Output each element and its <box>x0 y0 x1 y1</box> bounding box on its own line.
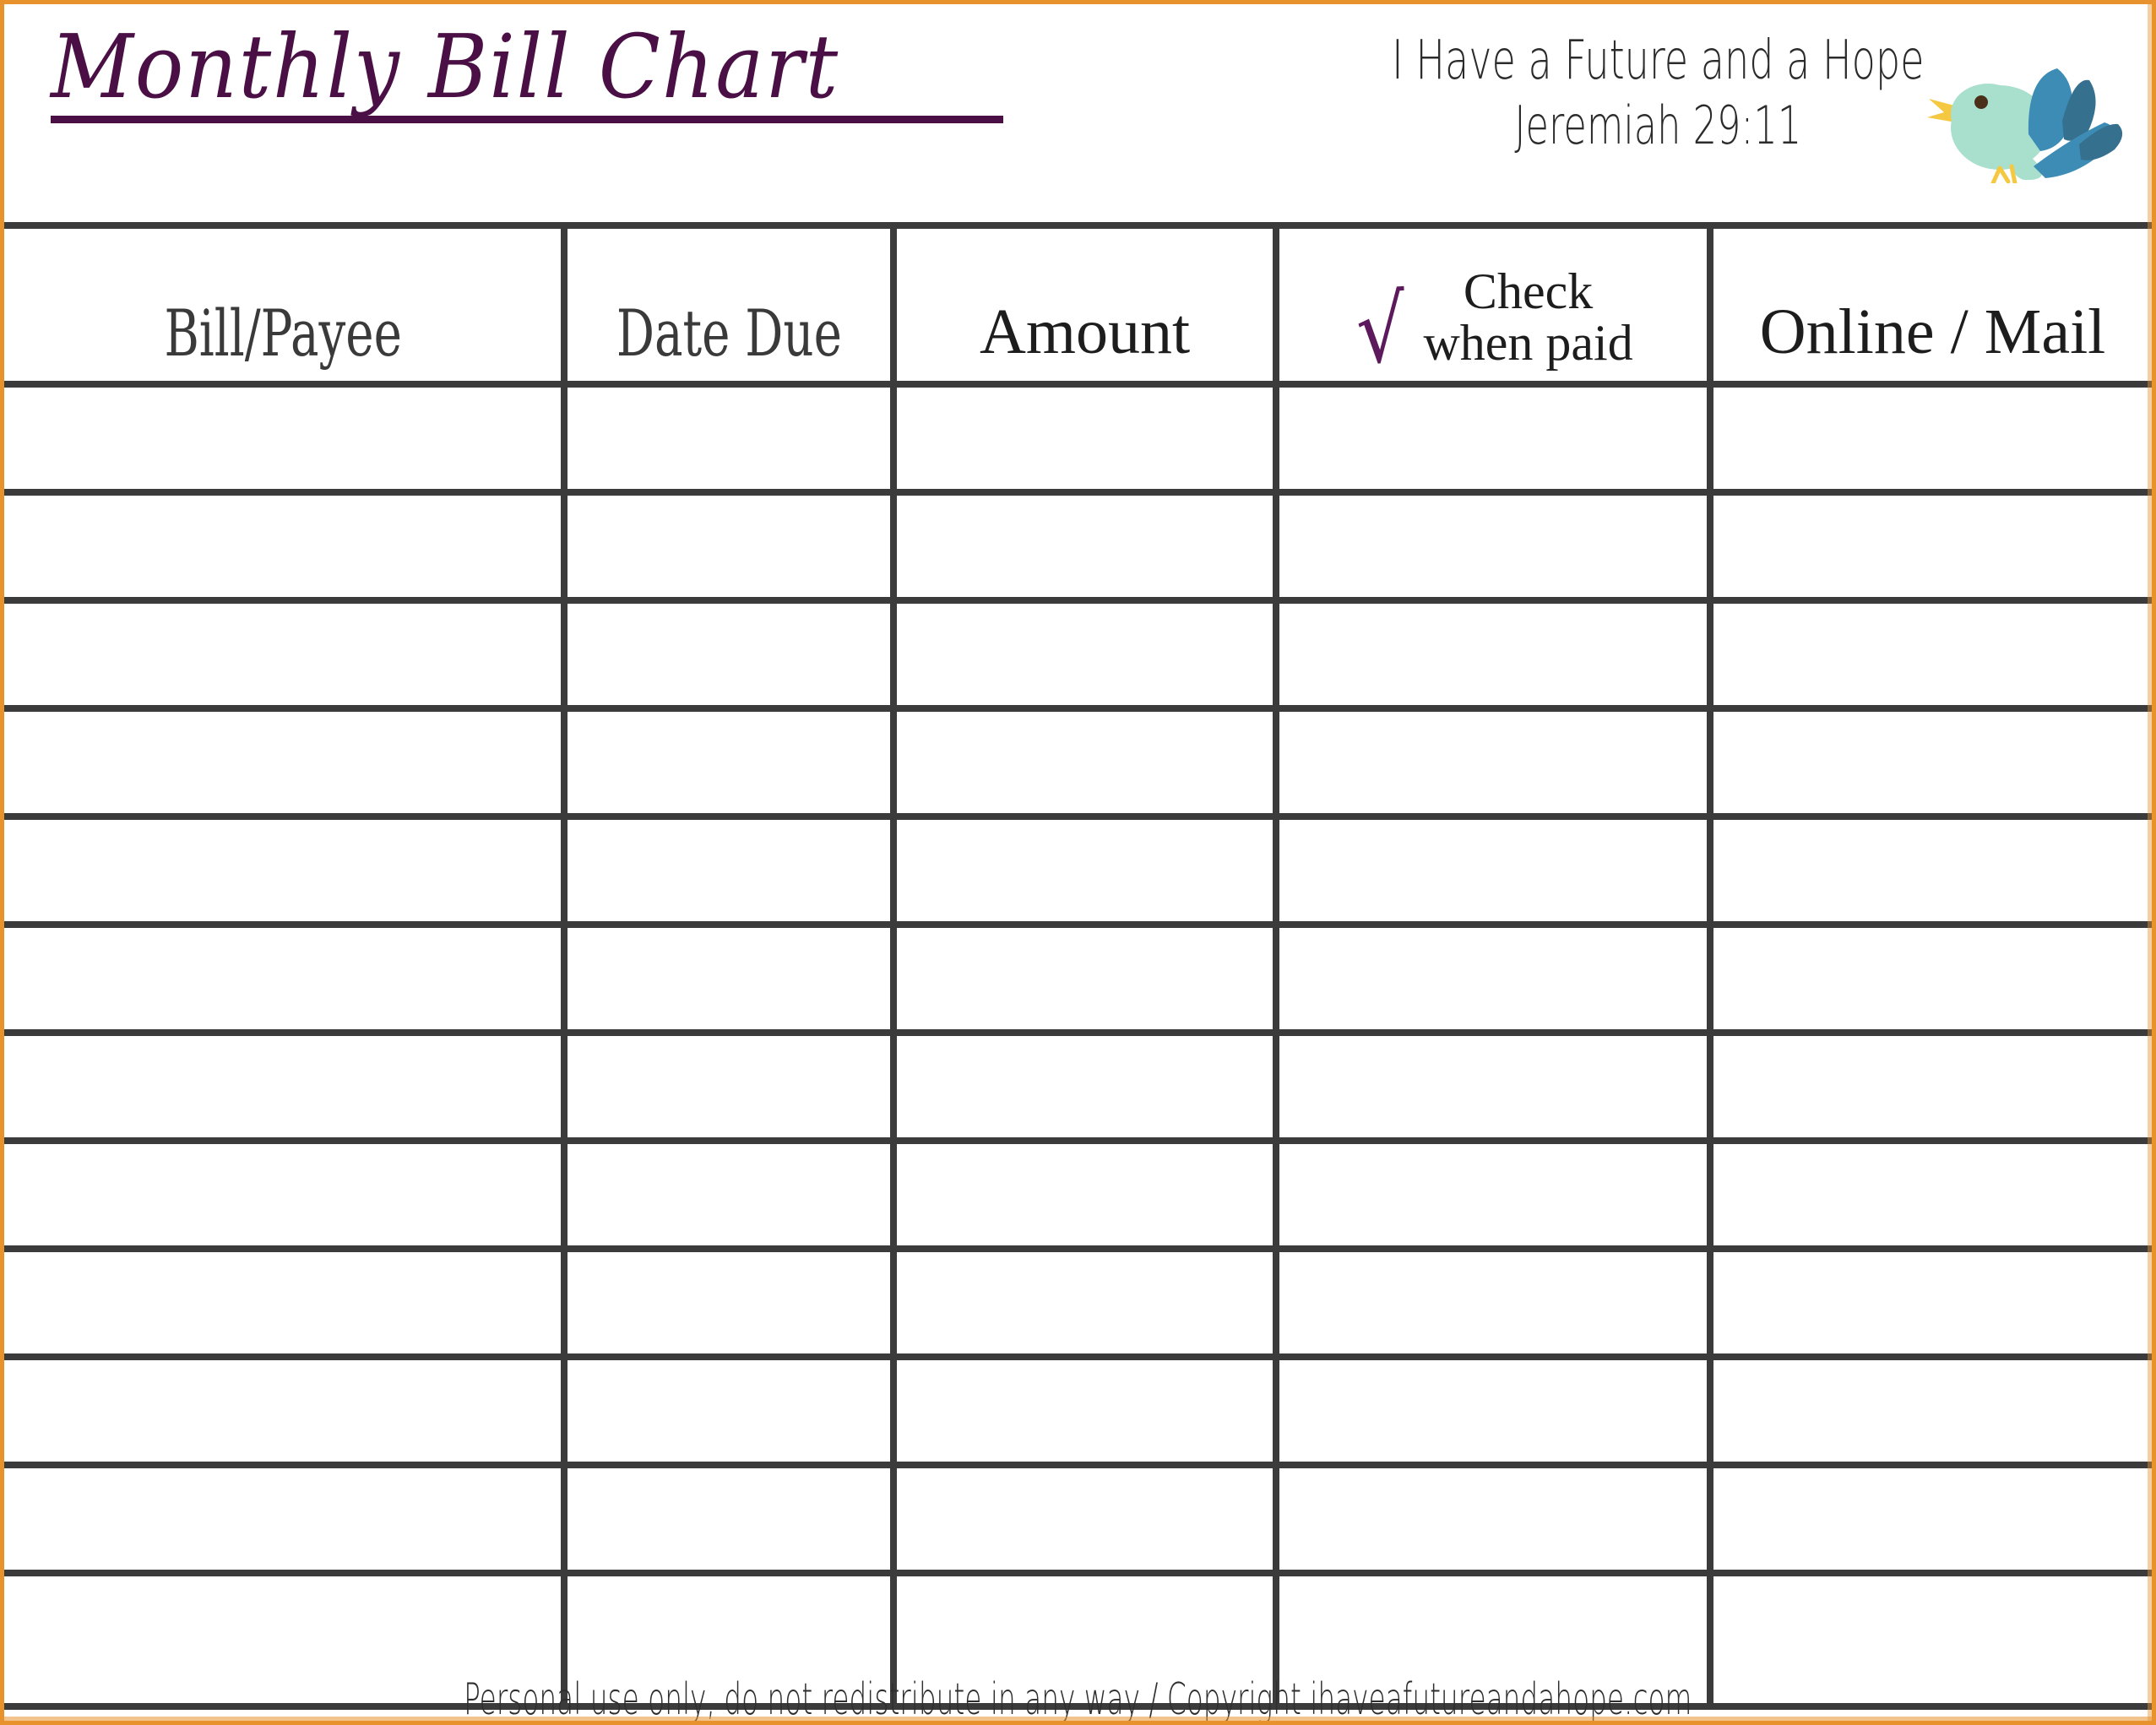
cell-check_when_paid[interactable] <box>1273 921 1714 1036</box>
cell-online_mail[interactable] <box>1707 1137 2152 1252</box>
cell-check_when_paid[interactable] <box>1273 1245 1714 1360</box>
cell-bill_payee[interactable] <box>4 1462 568 1576</box>
cell-online_mail[interactable] <box>1707 597 2152 712</box>
cell-date_due[interactable] <box>561 921 898 1036</box>
check-when-paid-labels: Check when paid <box>1423 263 1633 371</box>
cell-bill_payee[interactable] <box>4 489 568 604</box>
table-row <box>4 1245 2152 1360</box>
cell-online_mail[interactable] <box>1707 1462 2152 1576</box>
check-when-paid-label-line-1: Check <box>1463 263 1594 319</box>
cell-amount[interactable] <box>890 705 1280 820</box>
bill-chart-table: Bill/Payee Date Due Amount √ Check when … <box>4 222 2152 1710</box>
cell-check_when_paid[interactable] <box>1273 1029 1714 1144</box>
cell-amount[interactable] <box>890 597 1280 712</box>
footer-copyright: Personal use only, do not redistribute i… <box>4 1674 2152 1725</box>
cell-date_due[interactable] <box>561 597 898 712</box>
cell-online_mail[interactable] <box>1707 921 2152 1036</box>
table-row <box>4 705 2152 820</box>
cell-bill_payee[interactable] <box>4 1245 568 1360</box>
table-row <box>4 921 2152 1036</box>
cell-amount[interactable] <box>890 1029 1280 1144</box>
cell-amount[interactable] <box>890 1353 1280 1468</box>
cell-online_mail[interactable] <box>1707 813 2152 928</box>
cell-check_when_paid[interactable] <box>1273 381 1714 496</box>
cell-date_due[interactable] <box>561 1245 898 1360</box>
cell-date_due[interactable] <box>561 705 898 820</box>
cell-amount[interactable] <box>890 489 1280 604</box>
cell-date_due[interactable] <box>561 1137 898 1252</box>
cell-amount[interactable] <box>890 1137 1280 1252</box>
cell-bill_payee[interactable] <box>4 1137 568 1252</box>
cell-online_mail[interactable] <box>1707 1245 2152 1360</box>
column-header-check-when-paid: √ Check when paid <box>1273 222 1714 388</box>
cell-date_due[interactable] <box>561 813 898 928</box>
column-header-amount: Amount <box>890 222 1280 388</box>
cell-bill_payee[interactable] <box>4 597 568 712</box>
table-row <box>4 813 2152 928</box>
table-row <box>4 1029 2152 1144</box>
page-title: Monthly Bill Chart <box>51 15 840 118</box>
table-row <box>4 1353 2152 1468</box>
cell-date_due[interactable] <box>561 381 898 496</box>
tagline-line-1: I Have a Future and a Hope <box>1391 30 1924 92</box>
cell-date_due[interactable] <box>561 489 898 604</box>
cell-check_when_paid[interactable] <box>1273 705 1714 820</box>
column-header-bill-payee: Bill/Payee <box>4 222 568 388</box>
cell-bill_payee[interactable] <box>4 1029 568 1144</box>
cell-check_when_paid[interactable] <box>1273 489 1714 604</box>
checkmark-icon: √ <box>1354 276 1409 386</box>
check-when-paid-header-group: √ Check when paid <box>1279 229 1707 386</box>
table-row <box>4 597 2152 712</box>
table-row <box>4 489 2152 604</box>
cell-date_due[interactable] <box>561 1029 898 1144</box>
table-header: Bill/Payee Date Due Amount √ Check when … <box>4 222 2152 388</box>
tagline-line-2: Jeremiah 29:11 <box>1513 95 1801 157</box>
column-header-date-due: Date Due <box>561 222 898 388</box>
column-header-online-mail-label: Online / Mail <box>1759 296 2106 367</box>
cell-online_mail[interactable] <box>1707 489 2152 604</box>
cell-bill_payee[interactable] <box>4 381 568 496</box>
cell-date_due[interactable] <box>561 1462 898 1576</box>
printable-page: Monthly Bill Chart I Have a Future and a… <box>0 0 2156 1725</box>
cell-amount[interactable] <box>890 921 1280 1036</box>
cell-check_when_paid[interactable] <box>1273 813 1714 928</box>
masthead: Monthly Bill Chart I Have a Future and a… <box>4 4 2152 222</box>
cell-check_when_paid[interactable] <box>1273 1462 1714 1576</box>
cell-online_mail[interactable] <box>1707 705 2152 820</box>
header-row: Bill/Payee Date Due Amount √ Check when … <box>4 222 2152 388</box>
column-header-bill-payee-label: Bill/Payee <box>164 296 402 371</box>
footer-copyright-text: Personal use only, do not redistribute i… <box>464 1674 1692 1725</box>
column-header-date-due-label: Date Due <box>616 296 842 371</box>
cell-amount[interactable] <box>890 813 1280 928</box>
check-when-paid-label-line-2: when paid <box>1423 314 1633 371</box>
table-body <box>4 381 2152 1710</box>
column-header-online-mail: Online / Mail <box>1707 222 2152 388</box>
cell-online_mail[interactable] <box>1707 1029 2152 1144</box>
cell-amount[interactable] <box>890 381 1280 496</box>
tagline-block: I Have a Future and a Hope Jeremiah 29:1… <box>1392 28 1924 158</box>
cell-online_mail[interactable] <box>1707 381 2152 496</box>
cell-bill_payee[interactable] <box>4 921 568 1036</box>
cell-online_mail[interactable] <box>1707 1353 2152 1468</box>
cell-amount[interactable] <box>890 1245 1280 1360</box>
cell-check_when_paid[interactable] <box>1273 1137 1714 1252</box>
cell-bill_payee[interactable] <box>4 813 568 928</box>
cell-check_when_paid[interactable] <box>1273 1353 1714 1468</box>
column-header-amount-label: Amount <box>980 296 1191 367</box>
title-block: Monthly Bill Chart <box>51 23 1047 123</box>
table-row <box>4 1462 2152 1576</box>
table-row <box>4 381 2152 496</box>
cell-bill_payee[interactable] <box>4 1353 568 1468</box>
bird-icon <box>1927 68 2123 183</box>
cell-amount[interactable] <box>890 1462 1280 1576</box>
table-row <box>4 1137 2152 1252</box>
cell-date_due[interactable] <box>561 1353 898 1468</box>
cell-bill_payee[interactable] <box>4 705 568 820</box>
cell-check_when_paid[interactable] <box>1273 597 1714 712</box>
